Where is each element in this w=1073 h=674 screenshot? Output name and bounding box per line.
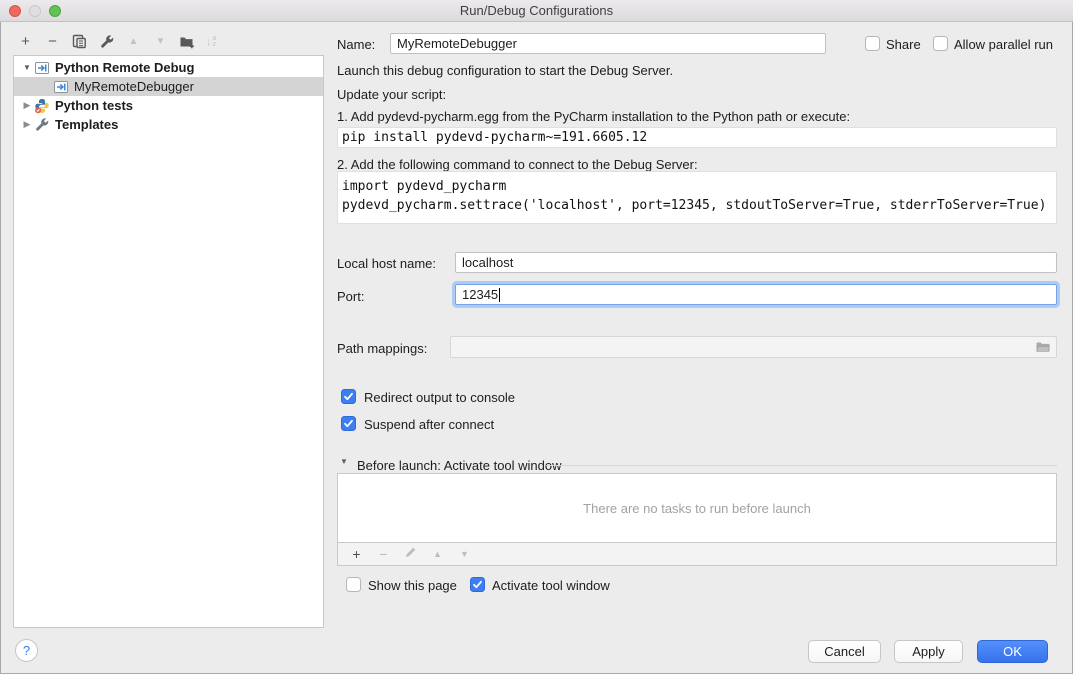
text-cursor — [499, 288, 500, 302]
move-task-down-icon: ▼ — [457, 549, 472, 559]
activate-tool-window-label[interactable]: Activate tool window — [492, 578, 610, 593]
apply-button[interactable]: Apply — [894, 640, 963, 663]
code-line-2: pydevd_pycharm.settrace('localhost', por… — [342, 198, 1046, 213]
move-up-icon: ▲ — [125, 33, 142, 50]
run-debug-configurations-dialog: Run/Debug Configurations + − ▲ ▼ ↓ az ▼ … — [0, 0, 1073, 674]
show-this-page-checkbox[interactable] — [346, 577, 361, 592]
browse-folder-icon[interactable] — [1035, 340, 1051, 357]
local-host-name-input[interactable]: localhost — [455, 252, 1057, 273]
tree-item-python-remote-debug[interactable]: ▼ Python Remote Debug — [14, 58, 323, 77]
window-title: Run/Debug Configurations — [0, 3, 1073, 18]
tree-item-label[interactable]: Python Remote Debug — [55, 60, 194, 75]
redirect-output-label[interactable]: Redirect output to console — [364, 390, 515, 405]
chevron-right-icon[interactable]: ▶ — [20, 119, 34, 130]
tree-item-label[interactable]: Templates — [55, 117, 118, 132]
path-mappings-input[interactable] — [450, 336, 1057, 358]
before-launch-tasks-list[interactable]: There are no tasks to run before launch — [337, 473, 1057, 543]
local-host-name-label: Local host name: — [337, 256, 436, 271]
activate-tool-window-checkbox[interactable] — [470, 577, 485, 592]
tree-item-label[interactable]: Python tests — [55, 98, 133, 113]
name-label: Name: — [337, 37, 375, 52]
copy-configuration-icon[interactable] — [71, 33, 88, 50]
wrench-icon — [34, 117, 50, 133]
remove-task-icon: − — [376, 546, 391, 562]
before-launch-separator — [546, 465, 1057, 466]
move-task-up-icon: ▲ — [430, 549, 445, 559]
redirect-output-checkbox[interactable] — [341, 389, 356, 404]
edit-task-icon — [403, 546, 418, 562]
before-launch-title[interactable]: Before launch: Activate tool window — [357, 458, 562, 473]
tree-item-label[interactable]: MyRemoteDebugger — [74, 79, 194, 94]
tasks-empty-text: There are no tasks to run before launch — [583, 501, 811, 516]
allow-parallel-run-label[interactable]: Allow parallel run — [954, 37, 1053, 52]
share-checkbox[interactable] — [865, 36, 880, 51]
chevron-right-icon[interactable]: ▶ — [20, 100, 34, 111]
sort-configurations-icon: ↓ az — [206, 36, 216, 48]
code-line-1: import pydevd_pycharm — [342, 179, 506, 194]
configurations-toolbar: + − ▲ ▼ ↓ az — [17, 33, 216, 50]
add-configuration-icon[interactable]: + — [17, 33, 34, 50]
cancel-button[interactable]: Cancel — [808, 640, 881, 663]
ok-button[interactable]: OK — [977, 640, 1048, 663]
step1-text: 1. Add pydevd-pycharm.egg from the PyCha… — [337, 109, 850, 124]
step2-text: 2. Add the following command to connect … — [337, 157, 698, 172]
add-task-icon[interactable]: + — [349, 546, 364, 562]
suspend-after-connect-checkbox[interactable] — [341, 416, 356, 431]
update-script-text: Update your script: — [337, 87, 446, 102]
show-this-page-label[interactable]: Show this page — [368, 578, 457, 593]
pip-command-code[interactable]: pip install pydevd-pycharm~=191.6605.12 — [337, 127, 1057, 148]
port-label: Port: — [337, 289, 364, 304]
move-down-icon: ▼ — [152, 33, 169, 50]
name-input[interactable]: MyRemoteDebugger — [390, 33, 826, 54]
name-input-value: MyRemoteDebugger — [397, 36, 517, 51]
settrace-code-block[interactable]: import pydevd_pycharm pydevd_pycharm.set… — [337, 171, 1057, 224]
configurations-tree: ▼ Python Remote Debug MyRemoteDebugger ▶… — [13, 55, 324, 628]
python-tests-icon — [34, 98, 50, 114]
intro-text: Launch this debug configuration to start… — [337, 63, 673, 78]
port-input[interactable]: 12345 — [455, 284, 1057, 305]
tasks-toolbar: + − ▲ ▼ — [337, 543, 1057, 566]
suspend-after-connect-label[interactable]: Suspend after connect — [364, 417, 494, 432]
allow-parallel-run-checkbox[interactable] — [933, 36, 948, 51]
share-label[interactable]: Share — [886, 37, 921, 52]
before-launch-collapse-icon[interactable]: ▼ — [340, 457, 348, 466]
remote-debug-icon — [53, 79, 69, 95]
local-host-name-value: localhost — [462, 255, 513, 270]
title-bar: Run/Debug Configurations — [0, 0, 1073, 22]
remove-configuration-icon[interactable]: − — [44, 33, 61, 50]
edit-templates-icon[interactable] — [98, 33, 115, 50]
tree-item-myremotedebugger[interactable]: MyRemoteDebugger — [14, 77, 323, 96]
new-folder-icon[interactable] — [179, 33, 196, 50]
chevron-down-icon[interactable]: ▼ — [20, 63, 34, 72]
help-button[interactable]: ? — [15, 639, 38, 662]
path-mappings-label: Path mappings: — [337, 341, 427, 356]
remote-debug-icon — [34, 60, 50, 76]
tree-item-templates[interactable]: ▶ Templates — [14, 115, 323, 134]
tree-item-python-tests[interactable]: ▶ Python tests — [14, 96, 323, 115]
port-value: 12345 — [462, 287, 498, 302]
